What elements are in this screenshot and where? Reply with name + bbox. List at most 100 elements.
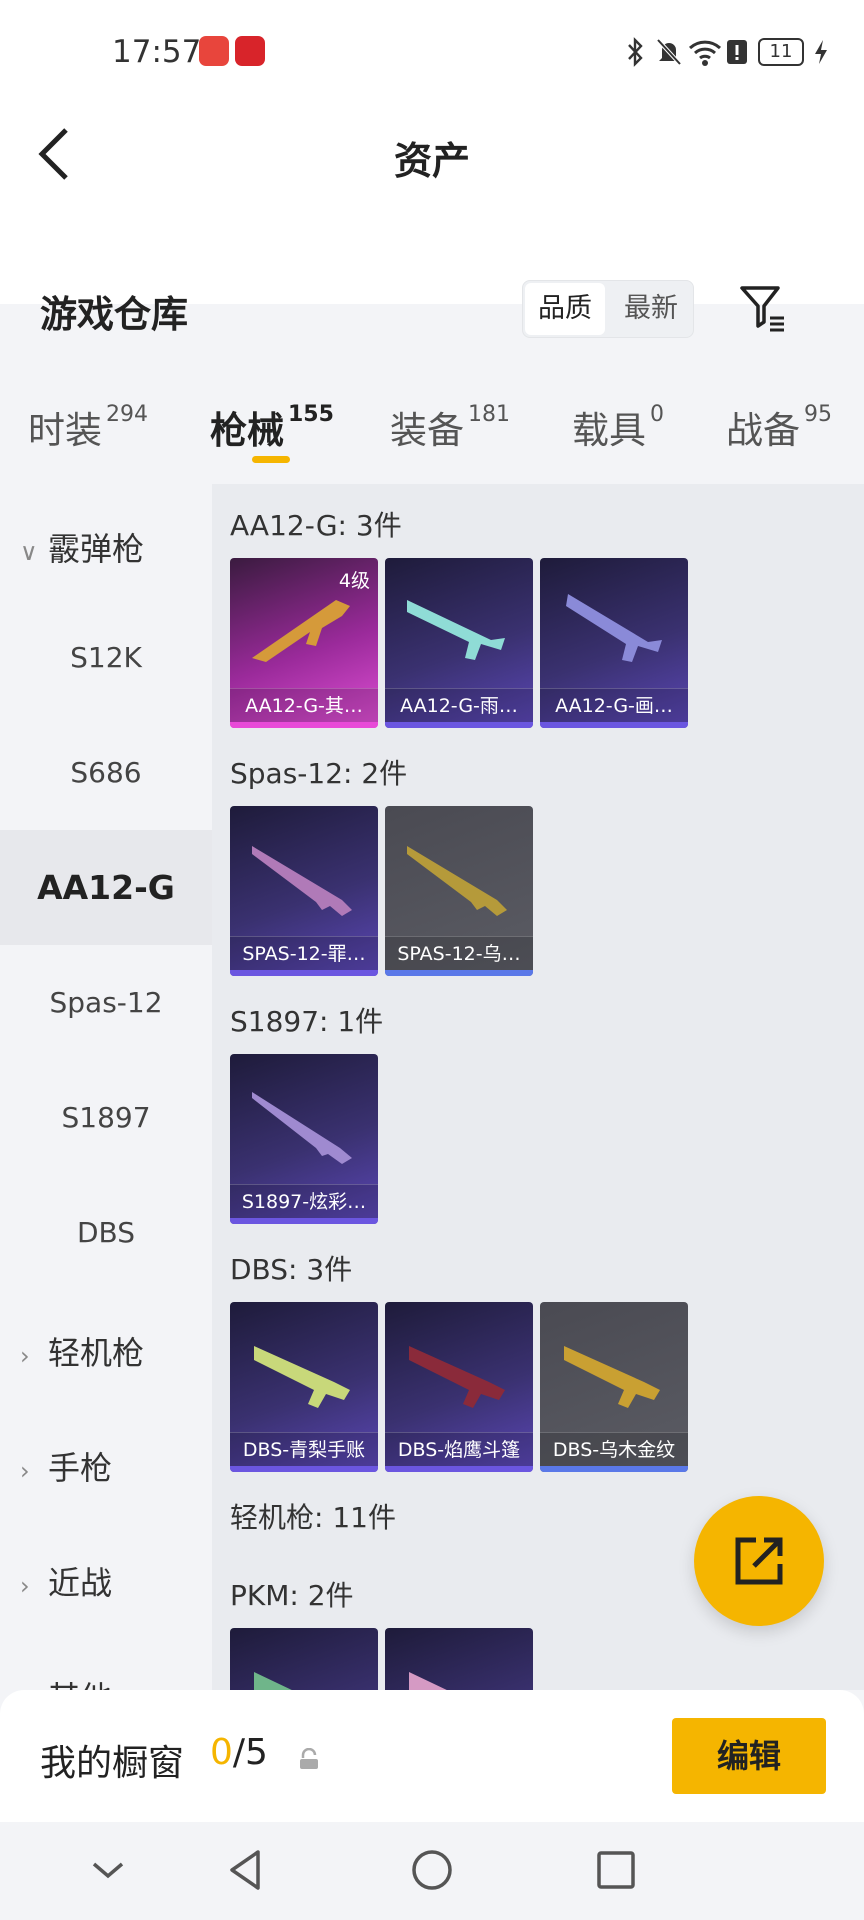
rarity-bar [230, 722, 378, 728]
sort-quality-button[interactable]: 品质 [525, 283, 605, 335]
weapon-card[interactable]: AA12-G-画… [540, 558, 688, 728]
sidebar-item-s1897[interactable]: S1897 [0, 1060, 212, 1175]
sidebar-item-s12k[interactable]: S12K [0, 600, 212, 715]
sidebar-category-label: 霰弹枪 [48, 530, 145, 568]
chevron-down-icon: ∨ [20, 538, 38, 566]
sidebar-category-shotgun[interactable]: ∨ 霰弹枪 [20, 524, 144, 570]
nav-recents-icon[interactable] [592, 1846, 640, 1894]
notification-app-icon [235, 36, 265, 66]
filter-icon[interactable] [738, 282, 788, 332]
gun-icon [254, 1346, 350, 1408]
weapon-card[interactable]: 4级 AA12-G-其… [230, 558, 378, 728]
tab-guns[interactable]: 枪械 155 [210, 400, 334, 454]
rarity-bar [230, 1466, 378, 1472]
alert-icon [727, 40, 747, 64]
tab-count: 155 [288, 402, 334, 427]
weapon-card-label: AA12-G-雨… [385, 688, 533, 722]
sidebar-category-melee[interactable]: › 近战 [20, 1558, 112, 1604]
rarity-bar [385, 970, 533, 976]
sort-toggle: 品质 最新 [522, 280, 694, 338]
tab-label: 载具 [572, 409, 646, 452]
tab-label: 时装 [28, 409, 102, 452]
tab-label: 装备 [390, 409, 464, 452]
gun-icon [409, 1672, 447, 1690]
weapon-card[interactable] [385, 1628, 533, 1690]
weapon-card-label: DBS-焰鹰斗篷 [385, 1432, 533, 1466]
weapon-sidebar: ∨ 霰弹枪 S12K S686 AA12-G Spas-12 S1897 DBS … [0, 484, 212, 1690]
sidebar-category-other[interactable]: ›其他 [20, 1673, 112, 1690]
rarity-bar [540, 1466, 688, 1472]
huawei-app-icon [199, 36, 229, 66]
rarity-bar [230, 970, 378, 976]
weapon-card[interactable]: S1897-炫彩… [230, 1054, 378, 1224]
gun-icon [409, 1346, 505, 1408]
nav-home-icon[interactable] [408, 1846, 456, 1894]
weapon-card[interactable]: AA12-G-雨… [385, 558, 533, 728]
sidebar-item-aa12g[interactable]: AA12-G [0, 830, 212, 945]
chevron-right-icon: › [20, 1572, 30, 1600]
sidebar-category-label: 手枪 [48, 1449, 113, 1487]
sidebar-item-label: S1897 [61, 1101, 151, 1134]
sidebar-item-label: AA12-G [37, 868, 175, 907]
gun-icon [252, 600, 350, 662]
weapon-card[interactable]: DBS-乌木金纹 [540, 1302, 688, 1472]
group-label-spas12: Spas-12: 2件 [230, 757, 408, 790]
share-icon [735, 1537, 783, 1585]
weapon-card[interactable]: SPAS-12-乌… [385, 806, 533, 976]
sidebar-category-label: 轻机枪 [48, 1334, 145, 1372]
edit-button[interactable]: 编辑 [672, 1718, 826, 1794]
group-label-dbs: DBS: 3件 [230, 1253, 353, 1286]
nav-back-icon[interactable] [222, 1846, 270, 1894]
active-tab-indicator [252, 456, 290, 463]
chevron-right-icon: › [20, 1342, 30, 1370]
tab-supplies[interactable]: 战备 95 [726, 400, 832, 454]
weapon-card-label: SPAS-12-罪… [230, 936, 378, 970]
weapon-card[interactable]: DBS-焰鹰斗篷 [385, 1302, 533, 1472]
tab-label: 战备 [726, 409, 800, 452]
gun-icon [252, 846, 352, 916]
sort-latest-button[interactable]: 最新 [609, 281, 693, 337]
group-label-s1897: S1897: 1件 [230, 1005, 384, 1038]
weapon-card-label: DBS-青梨手账 [230, 1432, 378, 1466]
gun-icon [407, 846, 507, 916]
tab-fashion[interactable]: 时装 294 [28, 400, 148, 454]
status-time: 17:57 [112, 34, 202, 70]
sidebar-category-lmg[interactable]: › 轻机枪 [20, 1328, 144, 1374]
sidebar-category-label: 近战 [48, 1564, 113, 1602]
mute-bell-icon [656, 38, 682, 66]
weapon-card-label: DBS-乌木金纹 [540, 1432, 688, 1466]
sidebar-item-s686[interactable]: S686 [0, 715, 212, 830]
weapon-card[interactable] [230, 1628, 378, 1690]
sidebar-item-dbs[interactable]: DBS [0, 1175, 212, 1290]
share-fab[interactable] [694, 1496, 824, 1626]
charging-icon [815, 40, 827, 64]
weapon-card-label: AA12-G-画… [540, 688, 688, 722]
group-label-pkm: PKM: 2件 [230, 1579, 354, 1612]
tab-count: 181 [468, 402, 510, 427]
lock-icon [300, 1748, 318, 1769]
group-label-aa12g: AA12-G: 3件 [230, 509, 402, 542]
sidebar-item-label: S12K [70, 641, 142, 674]
tab-label: 枪械 [210, 409, 284, 452]
chevron-right-icon: › [20, 1457, 30, 1485]
sidebar-item-label: DBS [76, 1216, 136, 1249]
sidebar-item-label: S686 [70, 756, 142, 789]
tab-equipment[interactable]: 装备 181 [390, 400, 510, 454]
weapon-card-label: AA12-G-其… [230, 688, 378, 722]
wifi-icon [688, 40, 722, 66]
tab-count: 95 [804, 402, 832, 427]
showcase-count-used: 0 [210, 1732, 233, 1773]
sidebar-category-pistol[interactable]: › 手枪 [20, 1443, 112, 1489]
tab-count: 294 [106, 402, 148, 427]
status-bar: 17:57 11 [0, 0, 864, 104]
tab-vehicles[interactable]: 载具 0 [572, 400, 664, 454]
weapon-card[interactable]: DBS-青梨手账 [230, 1302, 378, 1472]
sidebar-item-spas12[interactable]: Spas-12 [0, 945, 212, 1060]
gun-icon [254, 1672, 292, 1690]
gun-icon [252, 1092, 352, 1164]
weapon-card[interactable]: SPAS-12-罪… [230, 806, 378, 976]
battery-indicator: 11 [758, 38, 804, 66]
sidebar-category-label: 其他 [48, 1679, 112, 1690]
chevron-down-icon[interactable] [84, 1846, 132, 1894]
page-title: 资产 [393, 139, 470, 183]
